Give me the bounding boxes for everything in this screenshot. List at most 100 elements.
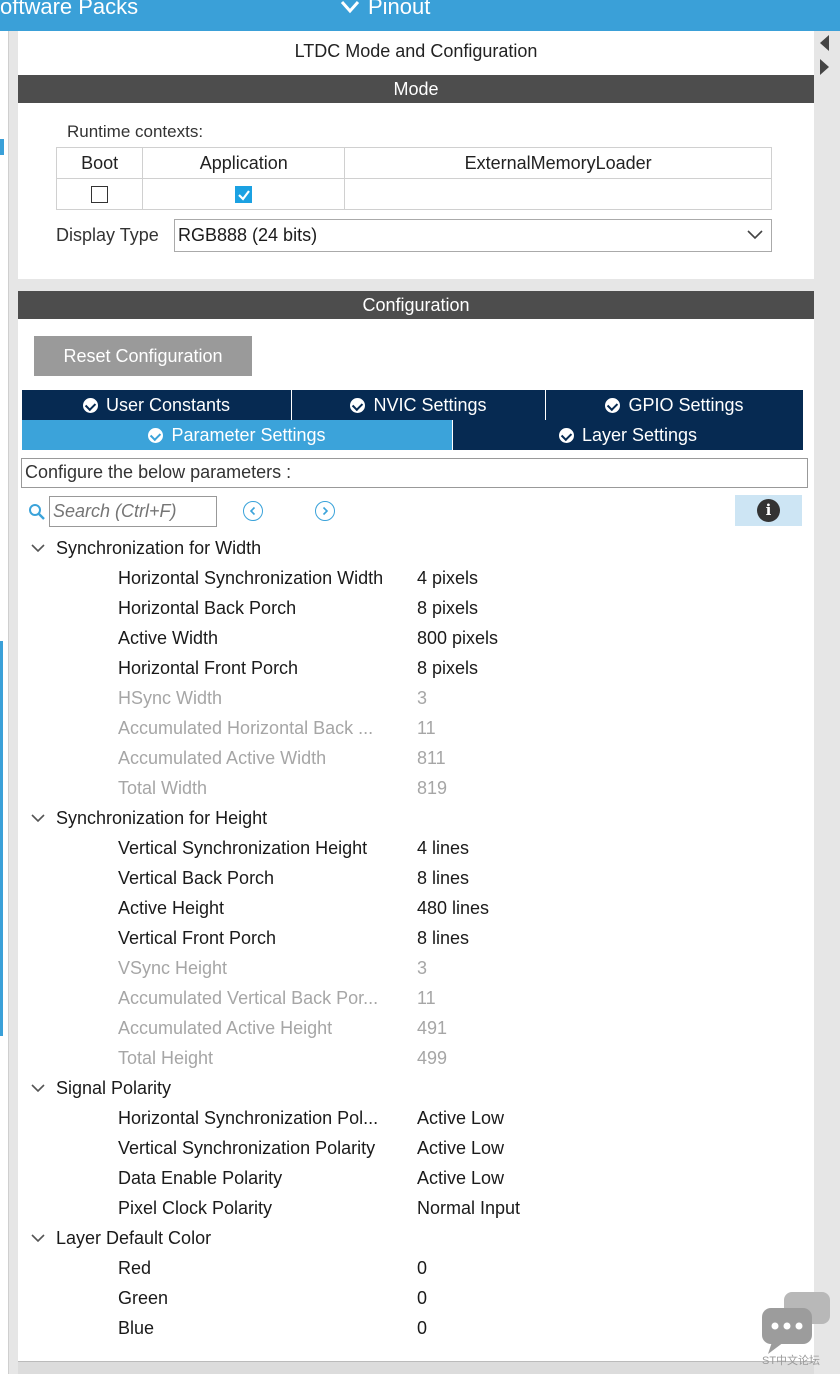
param-row[interactable]: Vertical Front Porch 8 lines xyxy=(18,923,814,953)
chevron-right-icon xyxy=(322,506,329,516)
check-circle-icon xyxy=(605,397,621,413)
chevron-down-icon[interactable] xyxy=(30,1233,46,1243)
param-row-readonly: Accumulated Vertical Back Por... 11 xyxy=(18,983,814,1013)
param-row-readonly: Total Width 819 xyxy=(18,773,814,803)
tab-label: Parameter Settings xyxy=(171,424,326,445)
param-value[interactable]: 0 xyxy=(417,1313,427,1343)
param-name: Total Width xyxy=(118,778,208,798)
chevron-down-icon[interactable] xyxy=(30,813,46,823)
param-row[interactable]: Horizontal Synchronization Pol... Active … xyxy=(18,1103,814,1133)
chevron-down-icon[interactable] xyxy=(30,543,46,553)
section-separator xyxy=(18,279,814,291)
param-value[interactable]: 0 xyxy=(417,1283,427,1313)
param-value[interactable]: 480 lines xyxy=(417,893,489,923)
param-value[interactable]: 800 pixels xyxy=(417,623,498,653)
param-row[interactable]: Horizontal Back Porch 8 pixels xyxy=(18,593,814,623)
info-icon: i xyxy=(757,499,780,522)
param-value[interactable]: 8 lines xyxy=(417,923,469,953)
param-value[interactable]: Active Low xyxy=(417,1163,504,1193)
param-row[interactable]: Red 0 xyxy=(18,1253,814,1283)
param-name: Vertical Front Porch xyxy=(118,928,277,948)
param-value[interactable]: 0 xyxy=(417,1253,427,1283)
param-row[interactable]: Blue 0 xyxy=(18,1313,814,1343)
param-row[interactable]: Vertical Synchronization Polarity Active … xyxy=(18,1133,814,1163)
boot-checkbox[interactable] xyxy=(91,186,109,204)
display-type-label: Display Type xyxy=(56,225,159,245)
context-header-application: Application xyxy=(142,147,346,179)
param-row-readonly: HSync Width 3 xyxy=(18,683,814,713)
param-name: Accumulated Active Width xyxy=(118,748,327,768)
param-row-readonly: Accumulated Active Width 811 xyxy=(18,743,814,773)
chevron-left-icon xyxy=(249,506,256,516)
previous-match-button[interactable] xyxy=(243,501,263,521)
param-name: Accumulated Horizontal Back ... xyxy=(118,718,374,738)
info-button[interactable]: i xyxy=(735,495,802,526)
param-name: Active Width xyxy=(118,628,219,648)
param-row[interactable]: Pixel Clock Polarity Normal Input xyxy=(18,1193,814,1223)
param-row[interactable]: Horizontal Front Porch 8 pixels xyxy=(18,653,814,683)
check-circle-icon xyxy=(148,427,164,443)
check-circle-icon xyxy=(350,397,366,413)
param-value[interactable]: 4 pixels xyxy=(417,563,478,593)
param-value: 11 xyxy=(417,718,436,738)
tab-label: GPIO Settings xyxy=(628,394,744,415)
chevron-down-icon[interactable] xyxy=(30,1083,46,1093)
param-value[interactable]: 8 pixels xyxy=(417,653,478,683)
param-value[interactable]: 4 lines xyxy=(417,833,469,863)
param-row-readonly: Total Height 499 xyxy=(18,1043,814,1073)
panel-title: LTDC Mode and Configuration xyxy=(294,41,538,61)
tab-nvic-settings[interactable]: NVIC Settings xyxy=(292,390,546,420)
param-row[interactable]: Vertical Back Porch 8 lines xyxy=(18,863,814,893)
mode-header: Mode xyxy=(18,75,814,103)
param-name: Green xyxy=(118,1288,169,1308)
group-sync-height[interactable]: Synchronization for Height xyxy=(18,803,814,833)
group-title: Synchronization for Height xyxy=(56,808,268,828)
param-row[interactable]: Vertical Synchronization Height 4 lines xyxy=(18,833,814,863)
search-input[interactable] xyxy=(49,496,217,527)
checkmark-icon xyxy=(238,190,251,201)
param-row[interactable]: Green 0 xyxy=(18,1283,814,1313)
group-signal-polarity[interactable]: Signal Polarity xyxy=(18,1073,814,1103)
search-icon[interactable] xyxy=(28,503,46,521)
reset-configuration-button[interactable]: Reset Configuration xyxy=(34,336,252,376)
param-name: HSync Width xyxy=(118,688,223,708)
expand-right-icon[interactable] xyxy=(820,59,829,75)
param-value[interactable]: 8 pixels xyxy=(417,593,478,623)
param-row[interactable]: Active Width 800 pixels xyxy=(18,623,814,653)
pinout-menu[interactable]: Pinout xyxy=(340,0,430,20)
tab-layer-settings[interactable]: Layer Settings xyxy=(453,420,804,450)
param-value[interactable]: Normal Input xyxy=(417,1193,520,1223)
group-title: Signal Polarity xyxy=(56,1078,172,1098)
runtime-contexts-table: Boot Application ExternalMemoryLoader xyxy=(55,147,772,210)
tab-user-constants[interactable]: User Constants xyxy=(22,390,292,420)
chevron-down-icon xyxy=(340,1,360,14)
display-type-select[interactable]: RGB888 (24 bits) xyxy=(174,219,772,252)
collapse-left-icon[interactable] xyxy=(820,35,829,51)
ltdc-config-panel: LTDC Mode and Configuration Mode Runtime… xyxy=(18,31,814,1374)
param-row[interactable]: Data Enable Polarity Active Low xyxy=(18,1163,814,1193)
software-packs-menu[interactable]: oftware Packs xyxy=(0,0,138,20)
tab-label: Layer Settings xyxy=(581,424,698,445)
param-name: Red xyxy=(118,1258,152,1278)
param-value: 3 xyxy=(417,958,428,978)
param-row[interactable]: Active Height 480 lines xyxy=(18,893,814,923)
tab-parameter-settings[interactable]: Parameter Settings xyxy=(22,420,453,450)
application-checkbox[interactable] xyxy=(235,186,253,204)
param-value[interactable]: Active Low xyxy=(417,1133,504,1163)
group-sync-width[interactable]: Synchronization for Width xyxy=(18,533,814,563)
configuration-header: Configuration xyxy=(18,291,814,319)
configure-hint: Configure the below parameters : xyxy=(21,458,808,488)
param-name: Accumulated Active Height xyxy=(118,1018,333,1038)
param-value[interactable]: Active Low xyxy=(417,1103,504,1133)
left-indicator xyxy=(0,139,4,155)
param-value: 819 xyxy=(417,778,448,798)
tab-gpio-settings[interactable]: GPIO Settings xyxy=(546,390,804,420)
param-name: Total Height xyxy=(118,1048,214,1068)
param-row[interactable]: Horizontal Synchronization Width 4 pixels xyxy=(18,563,814,593)
top-bar: oftware Packs Pinout xyxy=(0,0,840,31)
group-layer-default-color[interactable]: Layer Default Color xyxy=(18,1223,814,1253)
pinout-label: Pinout xyxy=(368,0,431,19)
param-value[interactable]: 8 lines xyxy=(417,863,469,893)
param-name: VSync Height xyxy=(118,958,228,978)
next-match-button[interactable] xyxy=(315,501,335,521)
